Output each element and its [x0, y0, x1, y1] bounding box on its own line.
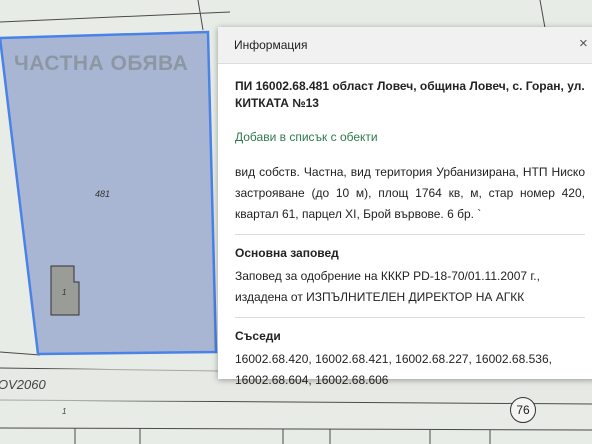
road-label: OV2060: [0, 377, 46, 392]
property-address: ПИ 16002.68.481 област Ловеч, община Лов…: [235, 79, 585, 110]
divider: [235, 234, 585, 235]
building-number-label: 1: [62, 288, 67, 297]
neighbors-heading: Съседи: [235, 329, 281, 343]
neighbors-list: 16002.68.420, 16002.68.421, 16002.68.227…: [235, 352, 552, 387]
divider: [235, 317, 585, 318]
property-description: вид собств. Частна, вид територия Урбани…: [235, 165, 585, 221]
parcel-small-label: 1: [62, 407, 67, 416]
popup-body: ПИ 16002.68.481 област Ловеч, община Лов…: [218, 64, 592, 391]
private-listing-watermark: ЧАСТНА ОБЯВА: [14, 52, 189, 75]
order-text: Заповед за одобрение на КККР РD-18-70/01…: [235, 269, 540, 304]
add-to-list-link[interactable]: Добави в списък с обекти: [235, 129, 585, 145]
info-popup: Информация × ПИ 16002.68.481 област Лове…: [218, 27, 592, 387]
order-heading: Основна заповед: [235, 246, 339, 260]
popup-header: Информация ×: [218, 27, 592, 64]
popup-title: Информация: [234, 38, 308, 52]
parcel-number-label: 481: [95, 189, 111, 199]
close-icon[interactable]: ×: [579, 35, 588, 52]
marker-circle[interactable]: 76: [510, 397, 536, 423]
